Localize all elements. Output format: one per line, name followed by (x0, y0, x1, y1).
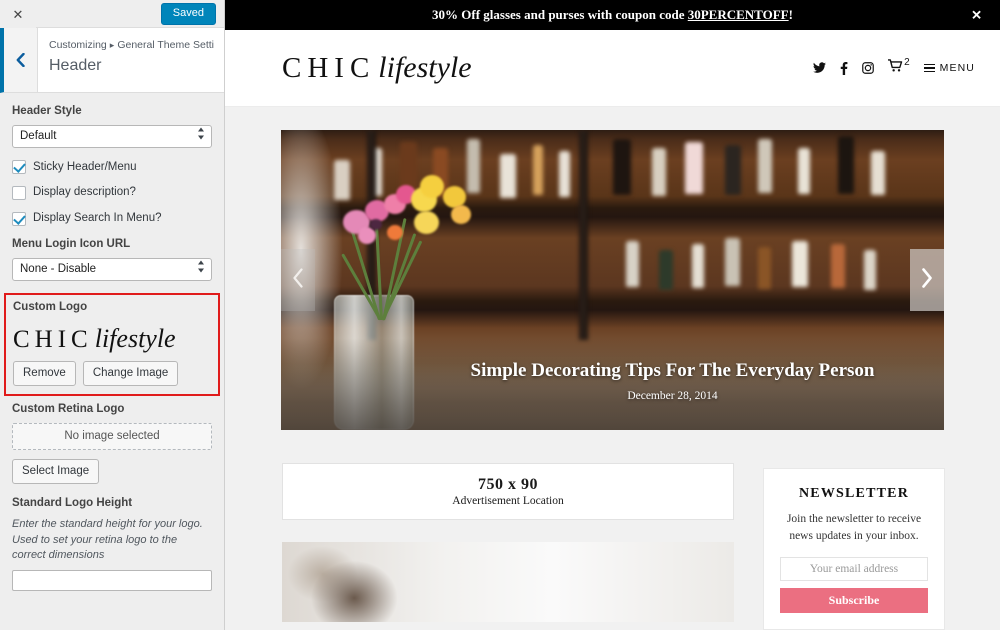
preview-content: Simple Decorating Tips For The Everyday … (225, 107, 1000, 630)
control-standard-logo-height: Standard Logo Height Enter the standard … (12, 496, 212, 592)
page-title: Header (49, 56, 102, 74)
retina-logo-label: Custom Retina Logo (12, 403, 125, 416)
customizer-controls: Header Style Default Sticky Header/Menu … (0, 93, 224, 592)
facebook-icon[interactable] (840, 61, 848, 75)
retina-logo-placeholder: No image selected (12, 422, 212, 450)
advertisement-placeholder: 750 x 90 Advertisement Location (282, 463, 734, 520)
customizer-header: Customizing ▸ General Theme Setti... Heade… (0, 28, 224, 93)
logo-height-label: Standard Logo Height (12, 497, 133, 510)
display-description-checkbox[interactable] (12, 185, 26, 200)
remove-logo-button[interactable]: Remove (13, 361, 76, 387)
header-icons: 2 MENU (813, 57, 975, 77)
close-announcement-icon[interactable]: ✕ (971, 9, 982, 22)
custom-logo-label: Custom Logo (13, 300, 88, 313)
breadcrumb-root[interactable]: Customizing (49, 39, 107, 51)
control-header-style: Header Style Default (12, 104, 212, 148)
announcement-text-before: 30% Off glasses and purses with coupon c… (432, 7, 688, 22)
chevron-right-icon (921, 267, 933, 293)
site-logo-secondary: lifestyle (378, 51, 472, 84)
hero-slider: Simple Decorating Tips For The Everyday … (281, 130, 944, 430)
logo-height-description: Enter the standard height for your logo.… (12, 517, 203, 562)
logo-primary-text: CHIC (13, 326, 93, 354)
announcement-bar: 30% Off glasses and purses with coupon c… (225, 0, 1000, 30)
checkbox-sticky-header[interactable]: Sticky Header/Menu (12, 159, 212, 175)
advertisement-size: 750 x 90 (478, 476, 538, 493)
close-customizer-button[interactable]: ✕ (0, 0, 36, 28)
header-style-value: Default (20, 130, 57, 143)
menu-label: MENU (939, 62, 975, 74)
cart-button[interactable]: 2 (887, 57, 910, 77)
instagram-icon[interactable] (862, 62, 874, 74)
customizer-panel: ✕ Saved Customizing ▸ General Theme Setti.… (0, 0, 225, 630)
hero-title[interactable]: Simple Decorating Tips For The Everyday … (401, 359, 944, 383)
announcement-text: 30% Off glasses and purses with coupon c… (432, 7, 793, 23)
custom-logo-preview: CHIClifestyle (13, 320, 211, 361)
control-custom-retina-logo: Custom Retina Logo No image selected Sel… (12, 402, 212, 485)
checkbox-display-search[interactable]: Display Search In Menu? (12, 211, 212, 226)
site-logo-primary: CHIC (282, 52, 376, 84)
site-header: CHIC lifestyle 2 MENU (225, 30, 1000, 107)
sticky-header-checkbox[interactable] (12, 159, 26, 174)
checkbox-display-description[interactable]: Display description? (12, 185, 212, 200)
breadcrumb-separator-icon: ▸ (109, 40, 115, 50)
site-logo[interactable]: CHIC lifestyle (282, 53, 813, 83)
newsletter-email-input[interactable] (780, 557, 928, 582)
hero-caption: Simple Decorating Tips For The Everyday … (281, 359, 944, 402)
hero-date: December 28, 2014 (627, 390, 718, 402)
customizer-topbar: ✕ Saved (0, 0, 224, 28)
advertisement-label: Advertisement Location (452, 495, 564, 507)
twitter-icon[interactable] (813, 62, 827, 74)
newsletter-widget: NEWSLETTER Join the newsletter to receiv… (763, 468, 945, 630)
chevron-left-icon (292, 267, 304, 293)
change-image-button[interactable]: Change Image (82, 361, 179, 387)
header-style-label: Header Style (12, 105, 82, 117)
menu-login-label: Menu Login Icon URL (12, 238, 131, 251)
menu-login-select[interactable]: None - Disable (12, 257, 212, 281)
cart-icon (887, 59, 903, 77)
announcement-coupon-code[interactable]: 30PERCENTOFF (688, 7, 789, 22)
breadcrumb: Customizing ▸ General Theme Setti... (49, 39, 214, 53)
display-description-label: Display description? (33, 186, 136, 199)
header-style-select[interactable]: Default (12, 124, 212, 148)
menu-login-value: None - Disable (20, 263, 97, 276)
cart-count-badge: 2 (904, 57, 910, 68)
post-featured-image[interactable] (282, 542, 734, 622)
control-menu-login-icon-url: Menu Login Icon URL None - Disable (12, 237, 212, 281)
newsletter-subscribe-button[interactable]: Subscribe (780, 588, 928, 614)
save-button[interactable]: Saved (160, 3, 216, 26)
customizer-titles: Customizing ▸ General Theme Setti... Heade… (38, 28, 224, 92)
slider-prev-button[interactable] (281, 249, 315, 311)
sticky-header-label: Sticky Header/Menu (33, 160, 137, 173)
display-search-label: Display Search In Menu? (33, 212, 162, 225)
back-button[interactable] (4, 28, 38, 92)
display-search-checkbox[interactable] (12, 211, 26, 226)
select-image-button[interactable]: Select Image (12, 458, 100, 485)
menu-toggle-button[interactable]: MENU (923, 62, 975, 74)
newsletter-title: NEWSLETTER (798, 486, 910, 501)
breadcrumb-parent[interactable]: General Theme Setti... (117, 39, 214, 51)
chevron-left-icon (16, 53, 25, 67)
slider-next-button[interactable] (910, 249, 944, 311)
logo-secondary-text: lifestyle (94, 324, 176, 354)
announcement-text-after: ! (788, 7, 793, 22)
site-preview: 30% Off glasses and purses with coupon c… (225, 0, 1000, 630)
logo-height-input[interactable] (12, 570, 212, 592)
newsletter-description: Join the newsletter to receive news upda… (786, 513, 922, 542)
hamburger-icon (923, 63, 935, 73)
custom-logo-control-highlight: Custom Logo CHIClifestyle Remove Change … (4, 292, 220, 397)
